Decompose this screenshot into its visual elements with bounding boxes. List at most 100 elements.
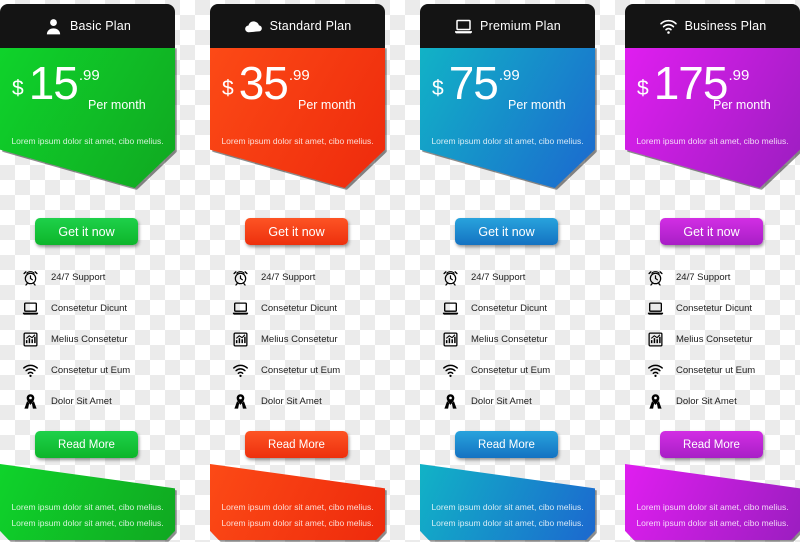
price-cents: .99 — [728, 67, 750, 84]
feature-label: Consetetur Dicunt — [261, 303, 338, 314]
list-item: Dolor Sit Amet — [647, 386, 797, 417]
feature-label: Dolor Sit Amet — [471, 396, 532, 407]
read-more-button[interactable]: Read More — [35, 431, 138, 458]
footer-line-2: Lorem ipsum dolor sit amet, cibo melius. — [636, 518, 789, 528]
list-item: Consetetur Dicunt — [442, 293, 592, 324]
price-panel-business: $175.99 Per month Lorem ipsum dolor sit am… — [625, 46, 800, 188]
feature-label: Melius Consetetur — [676, 334, 753, 345]
price-amount: 35 — [238, 57, 289, 109]
feature-label: Melius Consetetur — [51, 334, 128, 345]
feature-label: Consetetur ut Eum — [676, 365, 756, 376]
get-it-now-button[interactable]: Get it now — [35, 218, 138, 245]
pricing-card-basic: Basic Plan $15.99 Per month Lorem ipsum dol… — [0, 0, 177, 542]
price-panel-basic: $15.99 Per month Lorem ipsum dolor sit ame… — [0, 46, 175, 188]
card-header-premium: Premium Plan — [420, 4, 595, 48]
alarm-clock-icon — [647, 269, 664, 286]
feature-label: Consetetur ut Eum — [261, 365, 341, 376]
pricing-card-standard: Standard Plan $35.99 Per month Lorem ipsum … — [210, 0, 387, 542]
location-pin-icon — [647, 393, 664, 410]
read-more-button[interactable]: Read More — [660, 431, 763, 458]
wifi-icon — [232, 362, 249, 379]
list-item: Consetetur ut Eum — [647, 355, 797, 386]
footer-line-1: Lorem ipsum dolor sit amet, cibo melius. — [11, 502, 164, 512]
pricing-table: Basic Plan $15.99 Per month Lorem ipsum dol… — [0, 0, 800, 542]
list-item: Consetetur Dicunt — [22, 293, 172, 324]
list-item: Consetetur Dicunt — [232, 293, 382, 324]
price-panel-standard: $35.99 Per month Lorem ipsum dolor sit ame… — [210, 46, 385, 188]
feature-label: Consetetur Dicunt — [471, 303, 548, 314]
wifi-icon — [659, 17, 678, 36]
footer-panel-premium: Lorem ipsum dolor sit amet, cibo melius.… — [420, 464, 595, 540]
location-pin-icon — [232, 393, 249, 410]
feature-label: 24/7 Support — [676, 272, 731, 283]
feature-list: 24/7 Support Consetetur Dicunt Melius Co… — [647, 262, 797, 417]
read-more-button[interactable]: Read More — [455, 431, 558, 458]
laptop-icon — [232, 300, 249, 317]
location-pin-icon — [22, 393, 39, 410]
price-note: Lorem ipsum dolor sit amet, cibo melius. — [636, 136, 789, 146]
pricing-card-business: Business Plan $175.99 Per month Lorem ipsum… — [625, 0, 800, 542]
location-pin-icon — [442, 393, 459, 410]
plan-name: Standard Plan — [269, 19, 352, 33]
cloud-icon — [244, 17, 263, 36]
feature-label: Dolor Sit Amet — [261, 396, 322, 407]
user-icon — [44, 17, 63, 36]
price-cents: .99 — [288, 67, 310, 84]
get-it-now-button[interactable]: Get it now — [245, 218, 348, 245]
feature-list: 24/7 Support Consetetur Dicunt Melius Co… — [232, 262, 382, 417]
list-item: Consetetur ut Eum — [232, 355, 382, 386]
feature-list: 24/7 Support Consetetur Dicunt Melius Co… — [22, 262, 172, 417]
price-note: Lorem ipsum dolor sit amet, cibo melius. — [221, 136, 374, 146]
list-item: 24/7 Support — [232, 262, 382, 293]
list-item: Dolor Sit Amet — [22, 386, 172, 417]
wifi-icon — [647, 362, 664, 379]
get-it-now-button[interactable]: Get it now — [660, 218, 763, 245]
list-item: Consetetur ut Eum — [442, 355, 592, 386]
footer-line-1: Lorem ipsum dolor sit amet, cibo melius. — [431, 502, 584, 512]
price-amount: 15 — [28, 57, 79, 109]
laptop-icon — [22, 300, 39, 317]
currency-symbol: $ — [637, 77, 649, 100]
price-cents: .99 — [78, 67, 100, 84]
read-more-button[interactable]: Read More — [245, 431, 348, 458]
list-item: 24/7 Support — [22, 262, 172, 293]
list-item: Dolor Sit Amet — [442, 386, 592, 417]
feature-label: Dolor Sit Amet — [51, 396, 112, 407]
list-item: Consetetur Dicunt — [647, 293, 797, 324]
bar-chart-icon — [442, 331, 459, 348]
pricing-card-premium: Premium Plan $75.99 Per month Lorem ipsum d… — [420, 0, 597, 542]
feature-label: 24/7 Support — [261, 272, 316, 283]
feature-label: 24/7 Support — [471, 272, 526, 283]
plan-name: Business Plan — [684, 19, 767, 33]
price-row: $15.99 — [12, 57, 100, 109]
list-item: Melius Consetetur — [442, 324, 592, 355]
price-amount: 75 — [448, 57, 499, 109]
card-header-business: Business Plan — [625, 4, 800, 48]
alarm-clock-icon — [442, 269, 459, 286]
price-note: Lorem ipsum dolor sit amet, cibo melius. — [431, 136, 584, 146]
feature-label: Melius Consetetur — [261, 334, 338, 345]
wifi-icon — [442, 362, 459, 379]
price-panel-premium: $75.99 Per month Lorem ipsum dolor sit ame… — [420, 46, 595, 188]
per-month-label: Per month — [88, 98, 146, 112]
list-item: 24/7 Support — [442, 262, 592, 293]
list-item: Consetetur ut Eum — [22, 355, 172, 386]
card-header-standard: Standard Plan — [210, 4, 385, 48]
footer-panel-standard: Lorem ipsum dolor sit amet, cibo melius.… — [210, 464, 385, 540]
wifi-icon — [22, 362, 39, 379]
plan-name: Premium Plan — [480, 19, 561, 33]
per-month-label: Per month — [298, 98, 356, 112]
feature-label: Consetetur Dicunt — [676, 303, 753, 314]
list-item: 24/7 Support — [647, 262, 797, 293]
get-it-now-button[interactable]: Get it now — [455, 218, 558, 245]
feature-label: Consetetur Dicunt — [51, 303, 128, 314]
list-item: Melius Consetetur — [232, 324, 382, 355]
feature-label: Melius Consetetur — [471, 334, 548, 345]
laptop-icon — [442, 300, 459, 317]
footer-line-1: Lorem ipsum dolor sit amet, cibo melius. — [221, 502, 374, 512]
per-month-label: Per month — [508, 98, 566, 112]
bar-chart-icon — [22, 331, 39, 348]
footer-line-2: Lorem ipsum dolor sit amet, cibo melius. — [11, 518, 164, 528]
price-note: Lorem ipsum dolor sit amet, cibo melius. — [11, 136, 164, 146]
feature-list: 24/7 Support Consetetur Dicunt Melius Co… — [442, 262, 592, 417]
